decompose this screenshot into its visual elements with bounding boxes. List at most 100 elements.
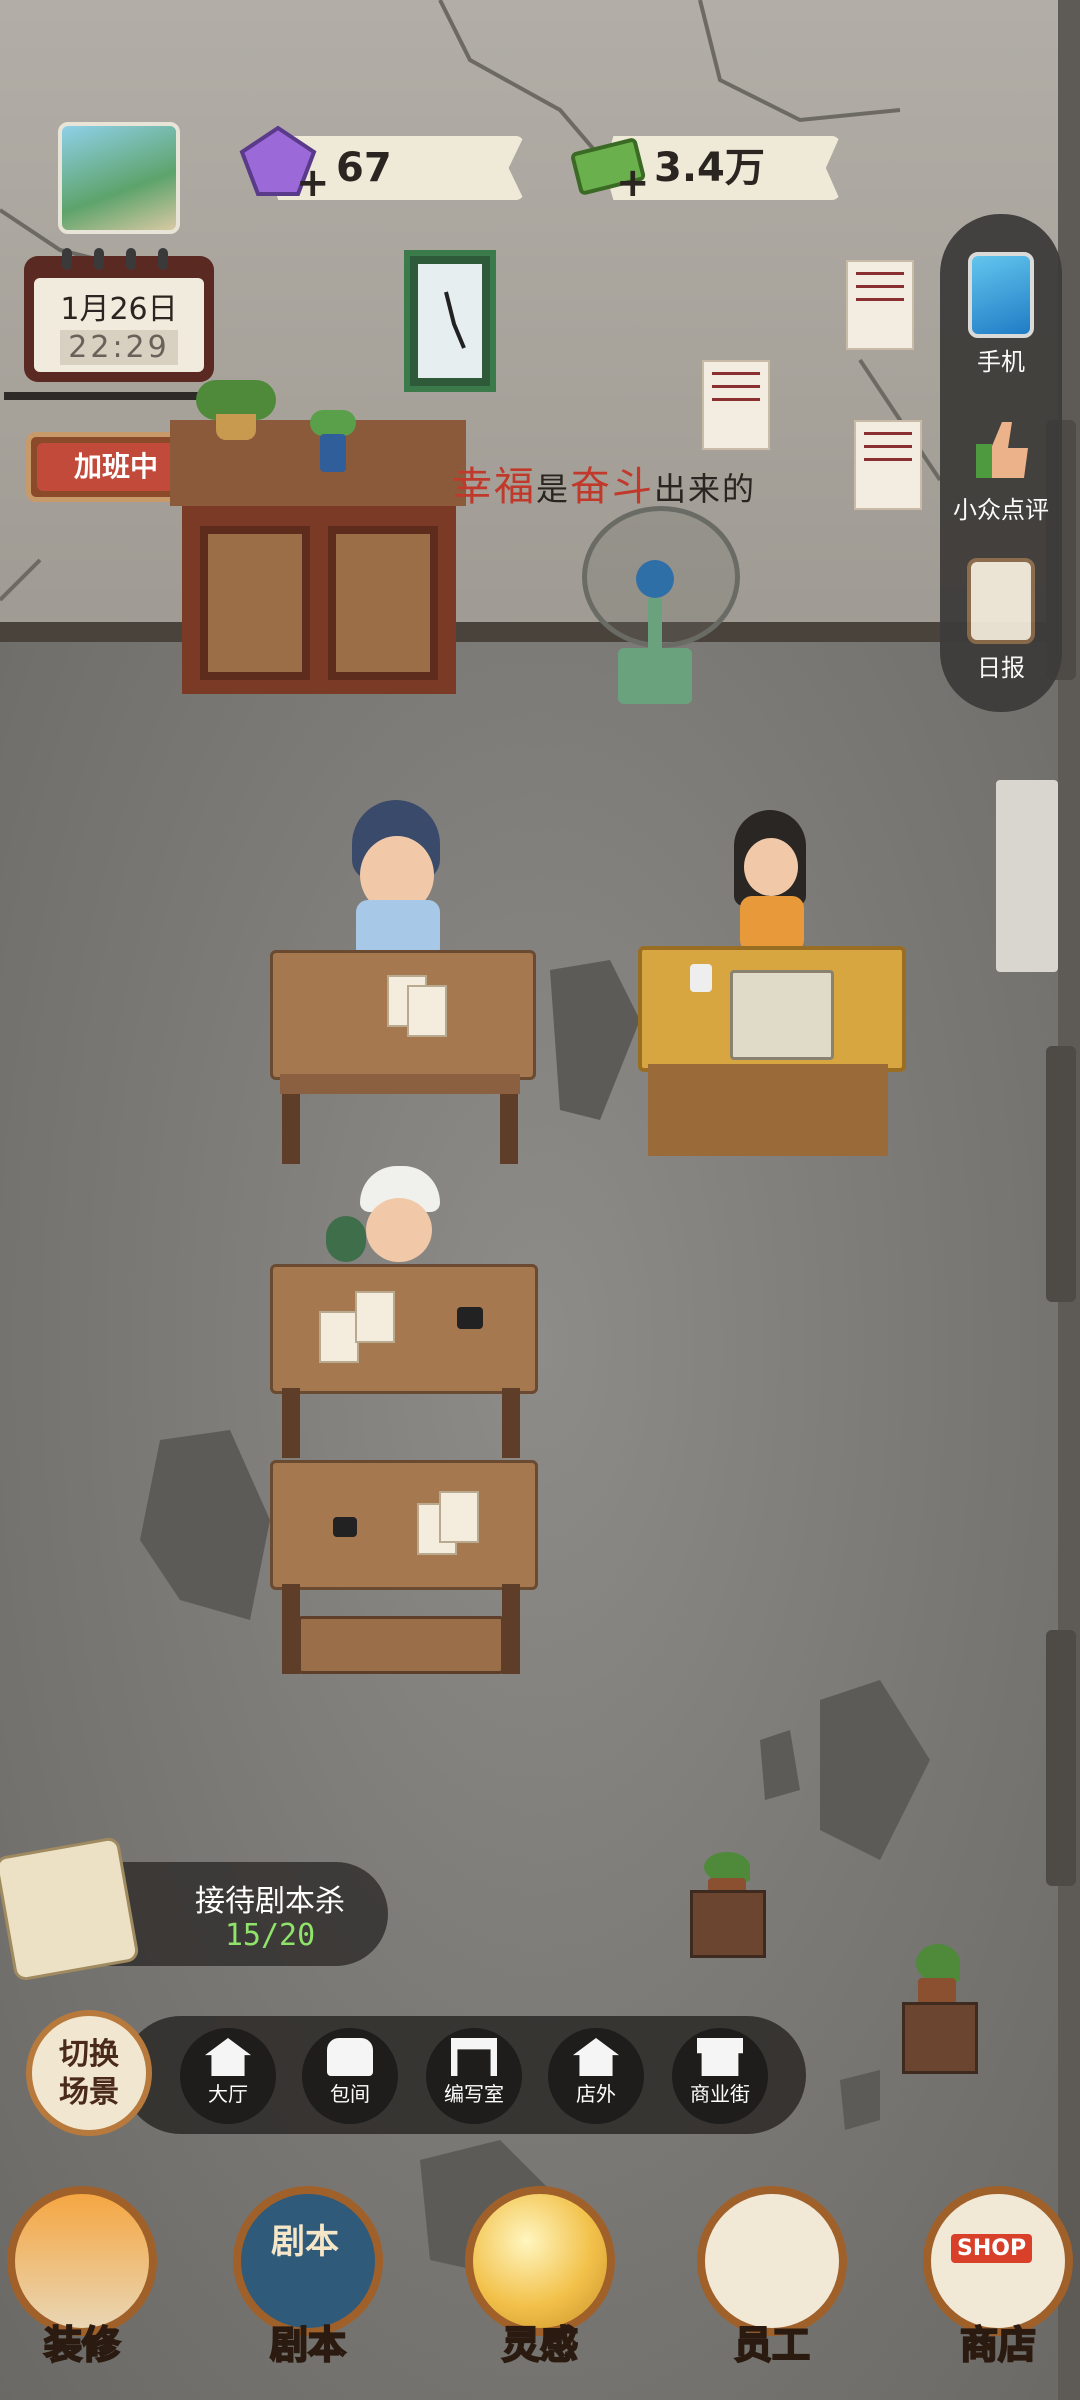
daily-report-button[interactable]: 日报 <box>940 558 1062 683</box>
phone-icon <box>968 252 1034 338</box>
add-gems-button[interactable]: + <box>296 160 330 206</box>
computer-monitor-icon <box>730 970 834 1060</box>
script-paper <box>355 1291 395 1343</box>
writing-desk[interactable] <box>270 1264 538 1394</box>
book-cover-text: 剧本 <box>271 2222 339 2262</box>
desk-icon <box>451 2038 497 2076</box>
calendar-clock: 1月26日 22:29 <box>24 248 214 382</box>
nav-inspiration-button[interactable]: 灵感 <box>458 2186 622 2396</box>
quest-scroll-icon[interactable] <box>0 1836 140 1982</box>
computer-desk-front <box>648 1064 888 1156</box>
small-plant-icon <box>310 410 356 474</box>
desk-leg <box>500 1094 518 1164</box>
floor-cracks <box>140 960 930 2280</box>
add-cash-button[interactable]: + <box>616 160 650 206</box>
thumbs-up-icon <box>968 408 1034 486</box>
nav-script-label: 剧本 <box>269 2322 347 2368</box>
storefront-icon <box>573 2038 619 2076</box>
frog-plush <box>326 1216 366 1262</box>
reviews-button[interactable]: 小众点评 <box>940 408 1062 525</box>
memo-note <box>846 260 914 350</box>
scene-private-room-button[interactable]: 包间 <box>302 2028 398 2124</box>
cash-count: 3.4万 <box>654 145 765 191</box>
scene-street-button[interactable]: 商业街 <box>672 2028 768 2124</box>
nav-decorate-label: 装修 <box>43 2322 121 2368</box>
switch-scene-label: 切换场景 <box>59 2037 119 2110</box>
nav-staff-button[interactable]: 员工 <box>690 2186 854 2396</box>
fan-pole <box>648 598 662 650</box>
script-paper <box>407 985 447 1037</box>
desk-lamp <box>690 964 712 992</box>
worker-girl-shirt <box>740 896 804 952</box>
calendar-page: 1月26日 22:29 <box>34 278 204 372</box>
wall-slogan: 幸福是奋斗出来的 <box>452 454 756 512</box>
slogan-red-2: 奋斗 <box>570 464 655 510</box>
flower-pot-icon <box>196 380 276 440</box>
shop-awning-icon <box>697 2038 743 2076</box>
calendar-ring <box>62 248 72 270</box>
reviews-label: 小众点评 <box>953 496 1049 524</box>
gem-count: 67 <box>336 145 392 191</box>
daily-report-label: 日报 <box>977 654 1025 682</box>
shop-sign-text: SHOP <box>951 2234 1033 2263</box>
calendar-ring <box>94 248 104 270</box>
worker-girl-face <box>744 838 798 896</box>
slogan-black-1: 是 <box>536 470 571 508</box>
phone-button[interactable]: 手机 <box>940 252 1062 377</box>
sign-hanger <box>4 392 214 400</box>
door[interactable] <box>996 780 1058 972</box>
sidebar: 手机 小众点评 日报 <box>940 214 1062 712</box>
phone-label: 手机 <box>977 348 1025 376</box>
quest-progress: 15/20 <box>224 1918 316 1953</box>
fan-base <box>618 648 692 704</box>
house-icon <box>205 2038 251 2076</box>
slogan-black-2: 出来的 <box>654 470 757 508</box>
cabinet-door <box>200 526 310 680</box>
plant-stand <box>902 2002 978 2074</box>
nav-decorate-button[interactable]: 装修 <box>0 2186 164 2396</box>
scene-writing-room-label: 编写室 <box>444 2082 504 2106</box>
desk-leg <box>282 1388 300 1458</box>
map-thumbnail-button[interactable] <box>58 122 180 234</box>
cabinet[interactable] <box>182 506 456 694</box>
clock-time: 22:29 <box>60 330 178 365</box>
scene-outside-button[interactable]: 店外 <box>548 2028 644 2124</box>
calendar-ring <box>158 248 168 270</box>
memo-note <box>702 360 770 450</box>
clock-face <box>418 264 482 378</box>
desk-leg <box>502 1584 520 1674</box>
bench <box>298 1616 504 1674</box>
ink-bottle <box>333 1517 357 1537</box>
nav-staff-label: 员工 <box>733 2322 811 2368</box>
nav-script-button[interactable]: 剧本 剧本 <box>226 2186 390 2396</box>
switch-scene-button[interactable]: 切换场景 <box>26 2010 152 2136</box>
sofa-icon <box>327 2038 373 2076</box>
wall-pillar <box>1046 1046 1076 1302</box>
writing-desk[interactable] <box>270 1460 538 1590</box>
scene-writing-room-button[interactable]: 编写室 <box>426 2028 522 2124</box>
calendar-ring <box>126 248 136 270</box>
writing-desk[interactable] <box>270 950 536 1080</box>
plant-stand <box>690 1890 766 1958</box>
nav-inspiration-label: 灵感 <box>501 2322 579 2368</box>
fan-hub <box>636 560 674 598</box>
nav-shop-button[interactable]: SHOP 商店 <box>916 2186 1080 2396</box>
script-paper <box>439 1491 479 1543</box>
desk-leg <box>282 1094 300 1164</box>
worker-writer[interactable] <box>366 1198 432 1262</box>
ink-bottle <box>457 1307 483 1329</box>
memo-note <box>854 420 922 510</box>
calendar-date: 1月26日 <box>60 292 178 327</box>
scene-outside-label: 店外 <box>576 2082 616 2106</box>
script-paper <box>319 1311 359 1363</box>
cabinet-door <box>328 526 438 680</box>
potted-plant-icon <box>906 1944 968 2006</box>
scene-street-label: 商业街 <box>690 2082 750 2106</box>
slogan-red-1: 幸福 <box>452 464 536 510</box>
scene-hall-label: 大厅 <box>208 2082 248 2106</box>
quest-title: 接待剧本杀 <box>195 1884 345 1919</box>
scene-hall-button[interactable]: 大厅 <box>180 2028 276 2124</box>
clipboard-icon <box>967 558 1035 644</box>
scene-private-room-label: 包间 <box>330 2082 370 2106</box>
desk-leg <box>502 1388 520 1458</box>
